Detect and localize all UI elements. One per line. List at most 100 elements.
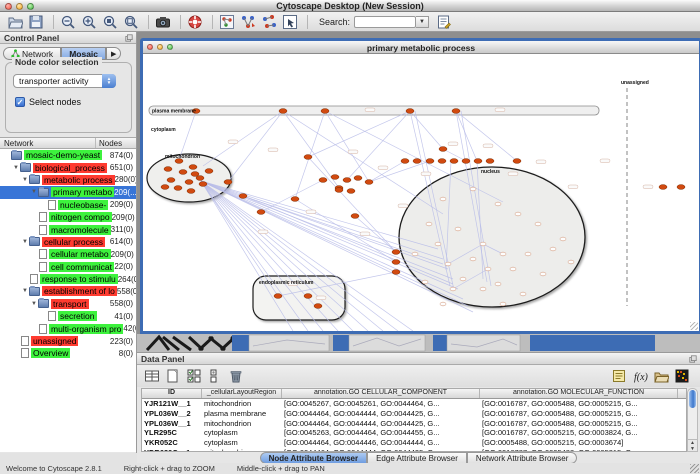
tree-label: cellular metabo [49,249,111,259]
tree-row-biological-process[interactable]: ▼biological_process651(0) [0,161,136,173]
snapshot-icon[interactable] [154,13,172,30]
float-panel-icon[interactable] [125,34,133,42]
tree-row-overview[interactable]: Overview8(0) [0,347,136,359]
label-plasma-membrane: plasma membrane [152,109,196,115]
tree-row-secretion[interactable]: secretion41(0) [0,310,136,322]
table-row[interactable]: YPL036W__1mitochondrion[GO:0044464, GO:0… [142,418,686,428]
disclosure-triangle[interactable]: ▼ [21,288,29,294]
col-layout-region[interactable]: _cellularLayoutRegion [202,389,282,398]
attribute-function-icon[interactable]: f(x) [631,368,649,385]
network-window-titlebar[interactable]: primary metabolic process [143,41,699,54]
app-resize-grip[interactable] [690,464,699,473]
file-icon [30,274,38,284]
tree-row-unassigned[interactable]: unassigned223(0) [0,335,136,347]
cell: [GO:0016787, GO:0005215, GO:0003824, G..… [480,428,678,437]
compartment-nucleus[interactable] [399,167,585,307]
search-label: Search: [319,17,350,27]
cell: mitochondrion [202,419,282,428]
apply-layout-a-icon[interactable] [239,13,257,30]
table-row[interactable]: YJR121W__1mitochondrion[GO:0045267, GO:0… [142,399,686,409]
tree-row-cell-communicat[interactable]: cell communicat22(0) [0,261,136,273]
tree-row-establishment-of-lo[interactable]: ▼establishment of lo558(0) [0,285,136,297]
control-panel-title: Control Panel [4,33,59,43]
file-icon [39,262,47,272]
tab-overflow-arrow[interactable]: ▶ [106,47,121,60]
apply-layout-b-icon[interactable] [260,13,278,30]
zoom-out-icon[interactable] [59,13,77,30]
disclosure-triangle[interactable]: ▼ [30,189,38,195]
select-attributes-icon[interactable] [185,368,203,385]
cell: plasma membrane [202,409,282,418]
table-row[interactable]: YLR295Ccytoplasm[GO:0045263, GO:0044464,… [142,428,686,438]
table-row[interactable]: YKR052Ccytoplasm[GO:0044464, GO:0044446,… [142,438,686,448]
new-attribute-icon[interactable] [164,368,182,385]
tree-row-macromolecule[interactable]: macromolecule311(0) [0,223,136,235]
col-molecular-function[interactable]: annotation.GO MOLECULAR_FUNCTION [480,389,678,398]
tree-row-cellular-process[interactable]: ▼cellular process614(0) [0,236,136,248]
tree-row-transport[interactable]: ▼transport558(0) [0,298,136,310]
open-file-icon[interactable] [6,13,24,30]
select-mode-icon[interactable] [281,13,299,30]
cell: YJR121W__1 [142,399,202,408]
compartment-mitochondrion[interactable] [147,154,231,202]
zoom-fit-icon[interactable] [122,13,140,30]
attribute-table-icon[interactable] [143,368,161,385]
col-cellular-component[interactable]: annotation.GO CELLULAR_COMPONENT [282,389,480,398]
file-icon [21,336,29,346]
network-canvas[interactable]: plasma membranecytoplasmmitochondrionnuc… [143,54,699,331]
tree-header-network[interactable]: Network [0,138,96,148]
select-nodes-label: Select nodes [29,97,81,107]
label-endoplasmic-reticulum: endoplasmic reticulum [259,280,314,286]
tree-node-count: 209(... [114,188,136,197]
color-attribute-dropdown[interactable]: transporter activity ▲▼ [13,74,116,88]
search-input[interactable] [354,16,416,28]
disclosure-triangle[interactable]: ▼ [21,239,29,245]
cell: [GO:0045267, GO:0045261, GO:0044464, G..… [282,399,480,408]
network-view-window[interactable]: primary metabolic process plasma membran… [140,38,700,334]
save-session-icon[interactable] [27,13,45,30]
tree-node-count: 264(0) [118,275,136,284]
tree-row-multi-organism-pro[interactable]: multi-organism pro42(0) [0,322,136,334]
tree-row-nucleobase-[interactable]: nucleobase-209(0) [0,199,136,211]
label-nucleus: nucleus [481,169,500,175]
zoom-in-icon[interactable] [80,13,98,30]
search-dropdown-button[interactable]: ▼ [416,16,429,28]
tree-row-primary-metabo[interactable]: ▼primary metabo209(... [0,186,136,198]
float-data-panel-icon[interactable] [689,355,697,363]
attribute-notes-icon[interactable] [610,368,628,385]
background-windows-art [137,334,700,352]
tree-row-metabolic-process[interactable]: ▼metabolic process280(0) [0,174,136,186]
label-unassigned: unassigned [621,80,649,86]
network-overview-icon[interactable] [218,13,236,30]
col-id[interactable]: ID [142,389,202,398]
tree-row-response-to-stimulu[interactable]: response to stimulu264(0) [0,273,136,285]
file-icon [39,324,47,334]
window-resize-grip[interactable] [690,322,698,330]
cell: [GO:0005488, GO:0005215, GO:0003674] [480,438,678,447]
zoom-selected-icon[interactable] [101,13,119,30]
tree-row-mosaic-demo-yeast[interactable]: mosaic-demo-yeast874(0) [0,149,136,161]
import-attributes-icon[interactable] [652,368,670,385]
annotation-icon[interactable] [435,13,453,30]
tree-row-nitrogen-compo[interactable]: nitrogen compo209(0) [0,211,136,223]
window-titlebar: Cytoscape Desktop (New Session) [0,0,700,12]
mdi-desktop: primary metabolic process plasma membran… [137,32,700,352]
tree-row-cellular-metabo[interactable]: cellular metabo209(0) [0,248,136,260]
disclosure-triangle[interactable]: ▼ [12,165,20,171]
toolbar-icons-right [435,13,456,30]
scrollbar-thumb[interactable] [689,390,696,408]
tree-header-nodes[interactable]: Nodes [96,138,136,148]
control-panel-header: Control Panel [0,32,136,44]
select-nodes-checkbox[interactable]: ✓ [15,97,25,107]
disclosure-triangle[interactable]: ▼ [30,301,38,307]
scrollbar-arrows[interactable]: ▲▼ [687,439,698,452]
unselect-attributes-icon[interactable] [206,368,224,385]
file-icon [39,249,47,259]
data-panel-title: Data Panel [141,354,184,364]
disclosure-triangle[interactable]: ▼ [21,177,29,183]
delete-attribute-icon[interactable] [227,368,245,385]
attribute-matrix-icon[interactable] [673,368,691,385]
help-icon[interactable] [186,13,204,30]
table-row[interactable]: YPL036W__2plasma membrane[GO:0044464, GO… [142,409,686,419]
cell: [GO:0044464, GO:0044446, GO:0044444, G..… [282,438,480,447]
